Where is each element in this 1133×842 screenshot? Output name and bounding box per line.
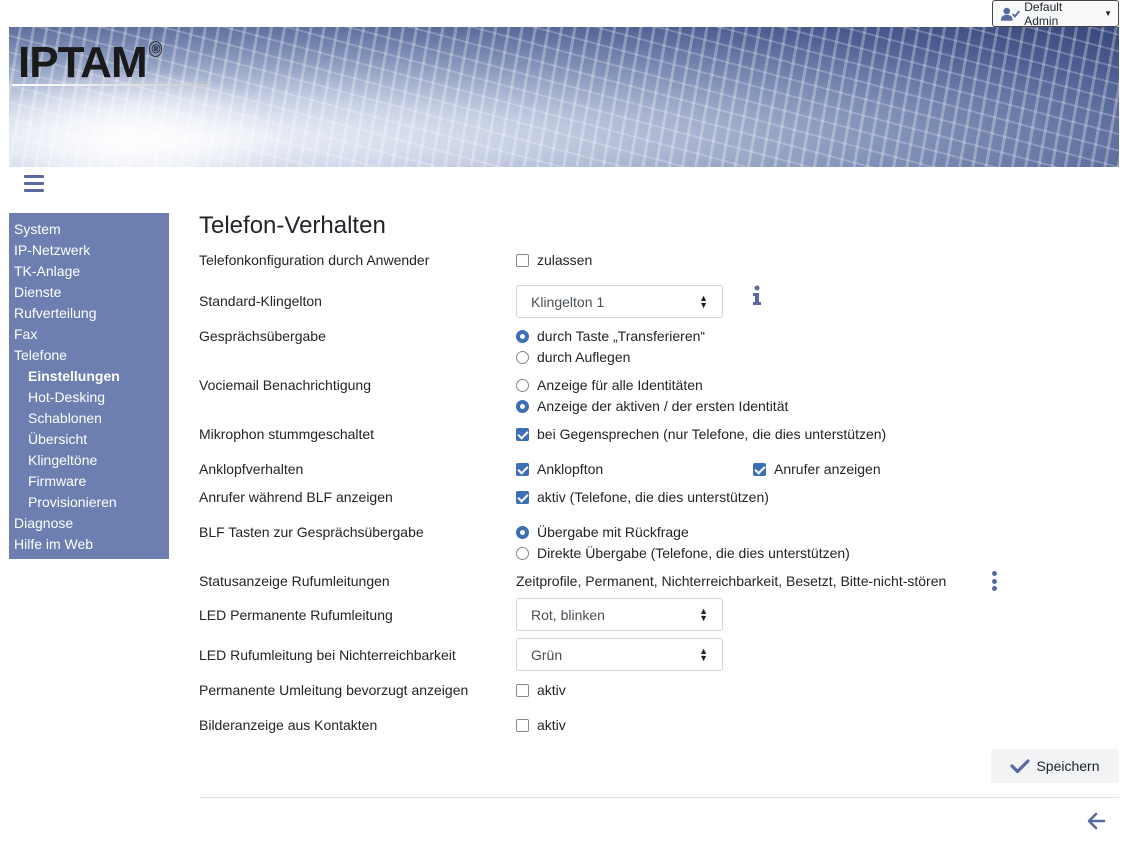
caret-down-icon: ▼ <box>1104 9 1112 18</box>
label-blf-caller: Anrufer während BLF anzeigen <box>199 489 393 505</box>
led-permanent-select[interactable]: Rot, blinken ▲ ▼ <box>516 598 723 631</box>
iptam-logo: IPTAM ® <box>18 38 163 88</box>
blf-caller-option: aktiv (Telefone, die dies unterstützen) <box>537 489 769 505</box>
sidebar-item-einstellungen[interactable]: Einstellungen <box>9 366 169 387</box>
transfer-option-key[interactable]: durch Taste „Transferieren“ <box>516 328 705 344</box>
transfer-option-hangup[interactable]: durch Auflegen <box>516 349 630 365</box>
sidebar-item-fax[interactable]: Fax <box>9 324 169 345</box>
arrow-left-icon[interactable] <box>1086 811 1106 831</box>
sidebar-item-system[interactable]: System <box>9 219 169 240</box>
voicemail-option-all-label: Anzeige für alle Identitäten <box>537 377 703 393</box>
label-contact-images: Bilderanzeige aus Kontakten <box>199 717 378 733</box>
sidebar-item-tk-anlage[interactable]: TK-Anlage <box>9 261 169 282</box>
mic-muted-option: bei Gegensprechen (nur Telefone, die die… <box>537 426 887 442</box>
label-led-permanent: LED Permanente Rufumleitung <box>199 607 393 623</box>
sidebar-item-dienste[interactable]: Dienste <box>9 282 169 303</box>
label-led-unreachable: LED Rufumleitung bei Nichterreichbarkeit <box>199 647 456 663</box>
more-options-icon[interactable] <box>990 571 998 591</box>
permanent-pref-checkbox[interactable]: aktiv <box>516 682 566 698</box>
blf-caller-checkbox[interactable]: aktiv (Telefone, die dies unterstützen) <box>516 489 769 505</box>
label-blf-transfer: BLF Tasten zur Gesprächsübergabe <box>199 524 424 540</box>
save-button-label: Speichern <box>1036 758 1100 774</box>
select-arrows-icon: ▲ ▼ <box>699 292 708 310</box>
radio-button[interactable] <box>516 525 529 539</box>
page-title: Telefon-Verhalten <box>199 212 386 239</box>
blf-transfer-option-consult[interactable]: Übergabe mit Rückfrage <box>516 524 689 540</box>
transfer-option-key-label: durch Taste „Transferieren“ <box>537 328 706 344</box>
user-menu-button[interactable]: Default Admin ▼ <box>992 0 1119 28</box>
checkbox-box[interactable] <box>516 253 529 267</box>
label-voicemail: Vociemail Benachrichtigung <box>199 377 371 393</box>
radio-button[interactable] <box>516 378 529 392</box>
radio-button[interactable] <box>516 350 529 364</box>
label-call-waiting: Anklopfverhalten <box>199 461 304 477</box>
checkbox-box[interactable] <box>516 462 529 476</box>
permanent-pref-option: aktiv <box>537 682 566 698</box>
call-waiting-tone-checkbox[interactable]: Anklopfton <box>516 461 603 477</box>
sidebar-item-firmware[interactable]: Firmware <box>9 471 169 492</box>
checkbox-box[interactable] <box>516 718 529 732</box>
radio-button[interactable] <box>516 329 529 343</box>
sidebar-item-diagnose[interactable]: Diagnose <box>9 513 169 534</box>
config-by-user-option: zulassen <box>537 252 593 268</box>
logo-registered-mark: ® <box>148 41 163 57</box>
save-button[interactable]: Speichern <box>991 749 1119 783</box>
menu-toggle-icon[interactable] <box>24 175 44 193</box>
info-icon[interactable] <box>751 285 763 305</box>
select-arrows-icon: ▲ ▼ <box>699 605 708 623</box>
status-forward-value: Zeitprofile, Permanent, Nichterreichbark… <box>516 573 947 589</box>
call-waiting-show-caller-label: Anrufer anzeigen <box>774 461 881 477</box>
call-waiting-show-caller-checkbox[interactable]: Anrufer anzeigen <box>753 461 881 477</box>
voicemail-option-active[interactable]: Anzeige der aktiven / der ersten Identit… <box>516 398 788 414</box>
label-config-by-user: Telefonkonfiguration durch Anwender <box>199 252 430 268</box>
sidebar-item-provisionieren[interactable]: Provisionieren <box>9 492 169 513</box>
sidebar-item-rufverteilung[interactable]: Rufverteilung <box>9 303 169 324</box>
label-transfer: Gesprächsübergabe <box>199 328 326 344</box>
call-waiting-tone-label: Anklopfton <box>537 461 604 477</box>
led-unreachable-select[interactable]: Grün ▲ ▼ <box>516 638 723 671</box>
contact-images-option: aktiv <box>537 717 566 733</box>
header-banner <box>9 27 1119 167</box>
select-arrows-icon: ▲ ▼ <box>699 645 708 663</box>
radio-button[interactable] <box>516 399 529 413</box>
radio-button[interactable] <box>516 546 529 560</box>
contact-images-checkbox[interactable]: aktiv <box>516 717 566 733</box>
sidebar-item-uebersicht[interactable]: Übersicht <box>9 429 169 450</box>
led-unreachable-select-value: Grün <box>531 646 563 663</box>
ringtone-select[interactable]: Klingelton 1 ▲ ▼ <box>516 285 723 318</box>
blf-transfer-option-direct-label: Direkte Übergabe (Telefone, die dies unt… <box>537 545 850 561</box>
sidebar-item-hot-desking[interactable]: Hot-Desking <box>9 387 169 408</box>
logo-underline <box>12 84 210 86</box>
label-status-forward: Statusanzeige Rufumleitungen <box>199 573 390 589</box>
checkbox-box[interactable] <box>516 683 529 697</box>
logo-text: IPTAM <box>18 38 148 87</box>
label-ringtone: Standard-Klingelton <box>199 293 322 309</box>
checkbox-box[interactable] <box>753 462 766 476</box>
voicemail-option-active-label: Anzeige der aktiven / der ersten Identit… <box>537 398 789 414</box>
config-by-user-checkbox[interactable]: zulassen <box>516 252 592 268</box>
sidebar-nav: System IP-Netzwerk TK-Anlage Dienste Ruf… <box>9 213 169 559</box>
label-permanent-pref: Permanente Umleitung bevorzugt anzeigen <box>199 682 469 698</box>
user-menu-label: Default Admin <box>1024 0 1063 28</box>
checkmark-icon <box>1010 759 1031 774</box>
checkbox-box[interactable] <box>516 427 529 441</box>
sidebar-item-telefone[interactable]: Telefone <box>9 345 169 366</box>
divider <box>199 797 1119 798</box>
label-mic-muted: Mikrophon stummgeschaltet <box>199 426 375 442</box>
blf-transfer-option-consult-label: Übergabe mit Rückfrage <box>537 524 689 540</box>
transfer-option-hangup-label: durch Auflegen <box>537 349 631 365</box>
voicemail-option-all[interactable]: Anzeige für alle Identitäten <box>516 377 703 393</box>
sidebar-item-ip-netzwerk[interactable]: IP-Netzwerk <box>9 240 169 261</box>
sidebar-item-hilfe-im-web[interactable]: Hilfe im Web <box>9 534 169 555</box>
user-check-icon <box>1001 7 1021 21</box>
sidebar-item-klingeltoene[interactable]: Klingeltöne <box>9 450 169 471</box>
led-permanent-select-value: Rot, blinken <box>531 606 605 623</box>
blf-transfer-option-direct[interactable]: Direkte Übergabe (Telefone, die dies unt… <box>516 545 850 561</box>
checkbox-box[interactable] <box>516 490 529 504</box>
ringtone-select-value: Klingelton 1 <box>531 293 605 310</box>
sidebar-item-schablonen[interactable]: Schablonen <box>9 408 169 429</box>
mic-muted-checkbox[interactable]: bei Gegensprechen (nur Telefone, die die… <box>516 426 886 442</box>
